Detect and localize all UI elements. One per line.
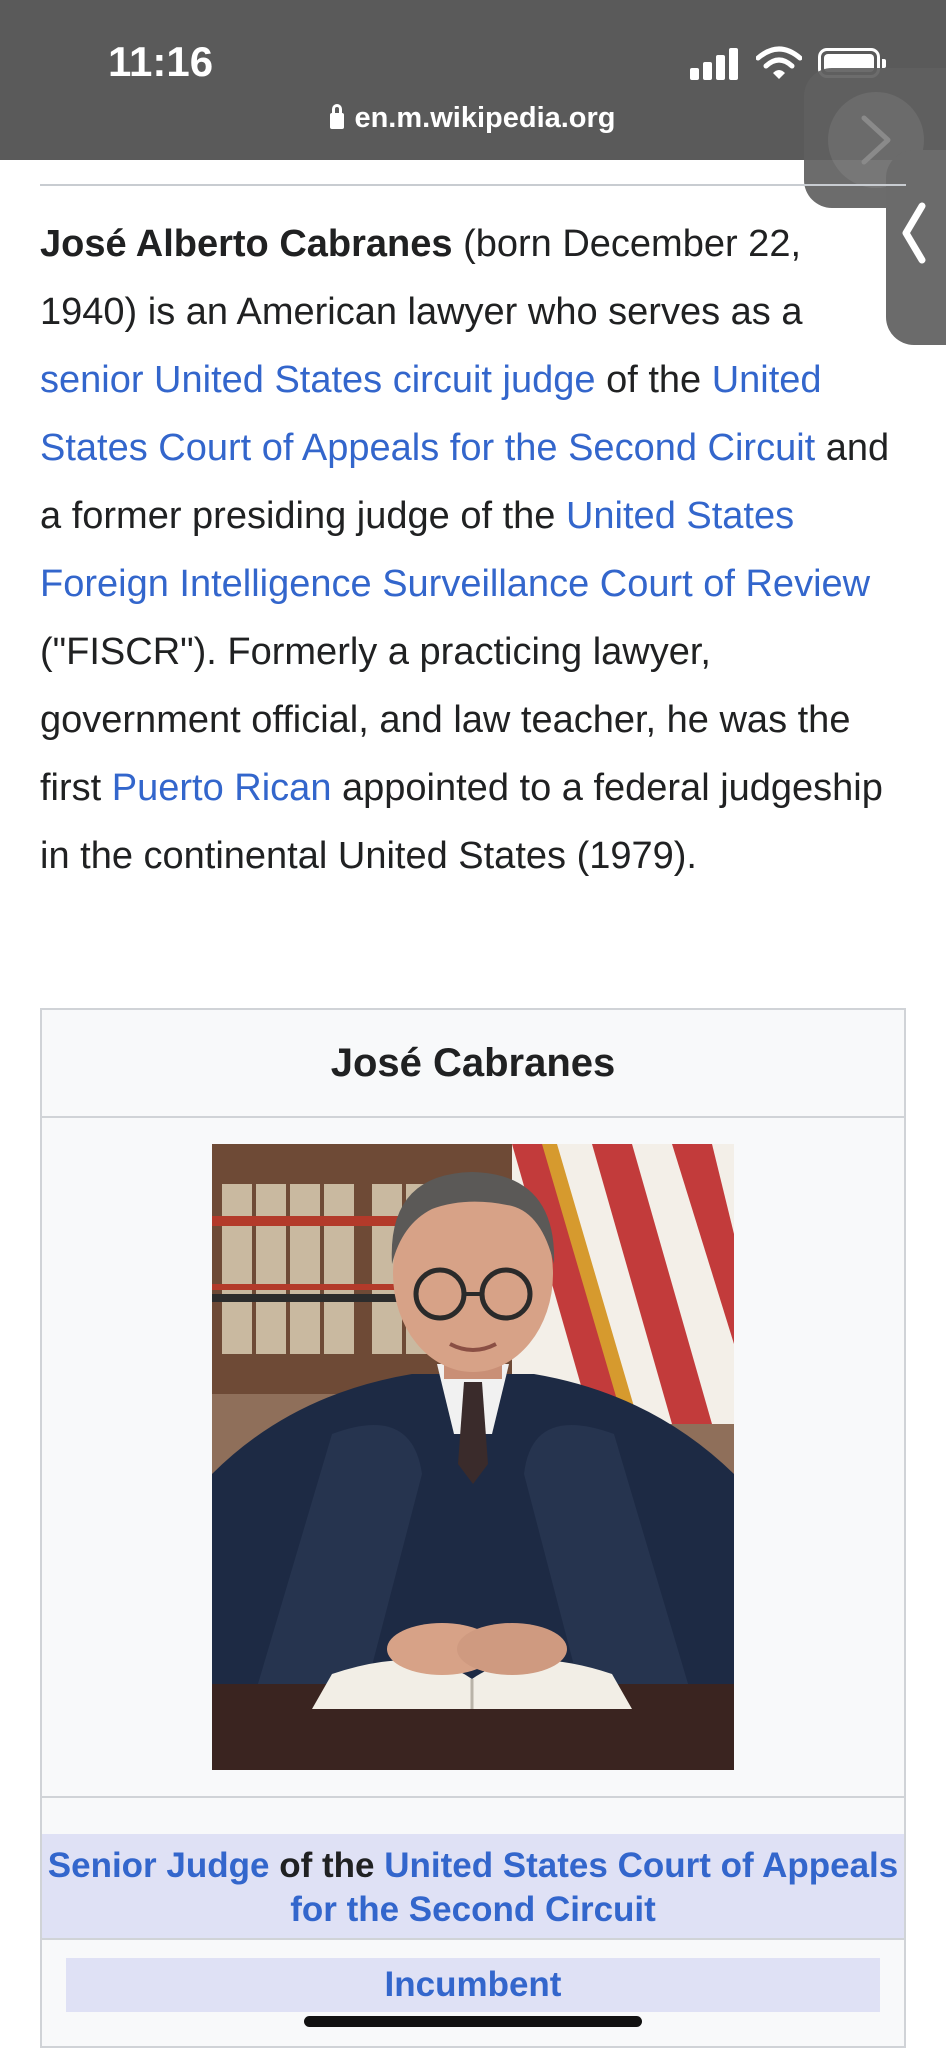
intro-text: of the: [595, 359, 712, 401]
clock: 11:16: [108, 38, 214, 85]
infobox-title: José Cabranes: [42, 1010, 904, 1118]
incumbent-label[interactable]: Incumbent: [66, 1958, 880, 2012]
section-divider: [40, 184, 906, 186]
subject-name: José Alberto Cabranes: [40, 223, 453, 265]
portrait-image[interactable]: [212, 1144, 734, 1770]
office-header: Senior Judge of the United States Court …: [42, 1834, 904, 1940]
portrait-illustration: [212, 1144, 734, 1770]
chevron-right-icon: [861, 115, 891, 165]
link-puerto-rican[interactable]: Puerto Rican: [112, 767, 332, 809]
link-senior-judge[interactable]: Senior Judge: [48, 1846, 270, 1885]
wifi-icon: [756, 46, 802, 79]
office-text: of the: [269, 1846, 385, 1885]
infobox-divider: [42, 1796, 904, 1798]
cellular-signal-icon: [690, 44, 740, 80]
infobox: José Cabranes Senior Judge of the United…: [40, 1008, 906, 2048]
home-indicator[interactable]: [304, 2016, 642, 2027]
link-senior-circuit-judge[interactable]: senior United States circuit judge: [40, 359, 596, 401]
url-text: en.m.wikipedia.org: [354, 102, 616, 134]
article-intro: José Alberto Cabranes (born December 22,…: [40, 210, 906, 890]
lock-icon: [330, 104, 345, 130]
